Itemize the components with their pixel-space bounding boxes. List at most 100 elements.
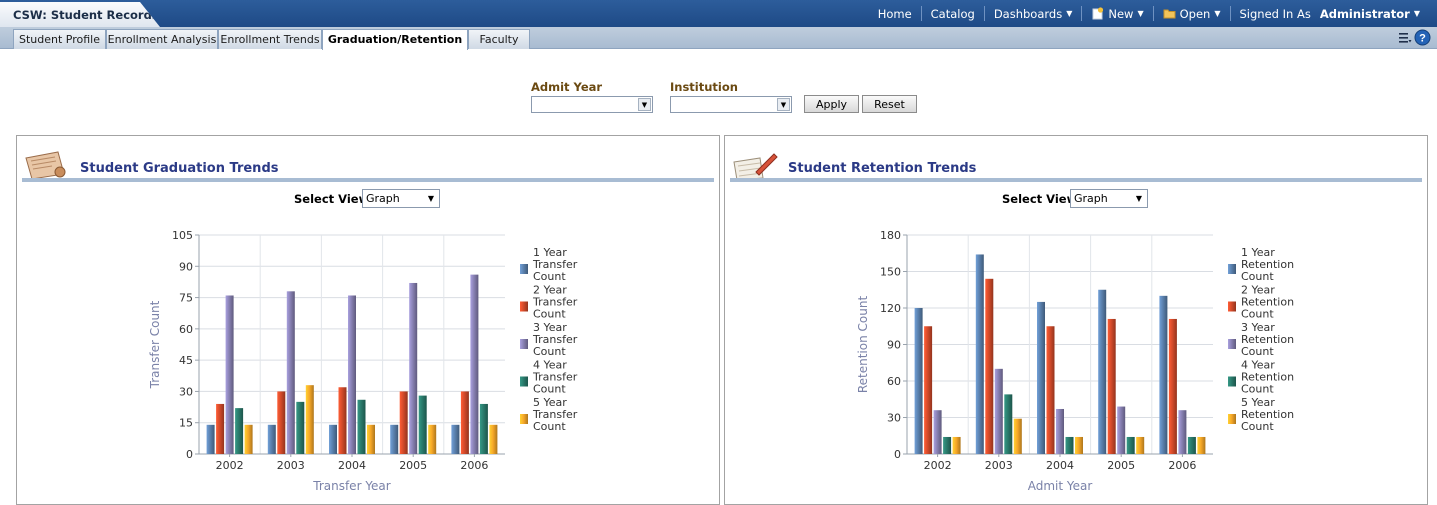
- chart-bar: [470, 274, 479, 454]
- legend-swatch: [1228, 264, 1236, 274]
- y-tick-label: 105: [172, 229, 193, 242]
- legend-swatch: [1228, 339, 1236, 349]
- legend-label: 3 Year Transfer Count: [532, 321, 578, 358]
- legend-label: 2 Year Transfer Count: [532, 284, 578, 321]
- x-tick-label: 2006: [460, 459, 488, 472]
- chart-bar: [329, 424, 337, 454]
- user-menu[interactable]: Administrator ▼: [1320, 7, 1429, 21]
- institution-select[interactable]: ▼: [670, 96, 792, 113]
- chart-bar: [367, 424, 375, 454]
- y-tick-label: 0: [186, 448, 193, 461]
- legend-swatch: [520, 376, 528, 387]
- y-tick-label: 75: [179, 292, 193, 305]
- tab-graduation-retention[interactable]: Graduation/Retention: [322, 29, 468, 50]
- legend-label: 3 Year Retention Count: [1241, 321, 1294, 358]
- retention-chart: 0 30 60 90 120 150 180 2002 2003 2004 2005 2006 Admi…: [856, 229, 1294, 493]
- x-axis-title: Transfer Year: [312, 479, 391, 493]
- chart-bar: [1107, 318, 1116, 454]
- chart-bar: [338, 387, 347, 454]
- x-tick-label: 2004: [1046, 459, 1074, 472]
- help-icon[interactable]: ?: [1414, 29, 1431, 46]
- dashboards-menu[interactable]: Dashboards ▼: [985, 7, 1082, 21]
- y-axis-title: Retention Count: [856, 296, 870, 394]
- page-options-icon[interactable]: [1398, 31, 1412, 45]
- chart-bar: [1126, 436, 1135, 454]
- admit-year-label: Admit Year: [531, 80, 603, 94]
- chart-bar: [399, 391, 408, 454]
- y-tick-label: 90: [887, 339, 901, 352]
- reset-button[interactable]: Reset: [862, 95, 917, 113]
- legend-swatch: [520, 339, 528, 349]
- app-title: CSW: Student Records: [0, 2, 160, 27]
- tab-student-profile[interactable]: Student Profile: [13, 29, 106, 49]
- x-axis-title: Admit Year: [1028, 479, 1093, 493]
- dashboard-prompts: Admit Year ▼ Institution ▼ Apply Reset: [0, 49, 1437, 135]
- tab-enrollment-analysis[interactable]: Enrollment Analysis: [106, 29, 218, 49]
- chart-bar: [1197, 436, 1206, 454]
- open-menu[interactable]: Open ▼: [1154, 7, 1230, 21]
- chart-bar: [286, 291, 295, 454]
- legend-swatch: [1228, 414, 1236, 424]
- y-tick-label: 150: [880, 266, 901, 279]
- x-tick-label: 2005: [399, 459, 427, 472]
- chart-bar: [479, 403, 488, 454]
- retention-trends-panel: Student Retention Trends Select View Gra…: [724, 135, 1428, 505]
- chart-bar: [1046, 326, 1055, 454]
- chart-bar: [296, 401, 305, 454]
- y-tick-label: 30: [179, 385, 193, 398]
- chart-bar: [1159, 295, 1168, 454]
- y-tick-label: 120: [880, 302, 901, 315]
- new-menu[interactable]: New ▼: [1082, 7, 1152, 21]
- chart-bar: [305, 385, 314, 454]
- new-label: New: [1108, 6, 1134, 21]
- x-tick-label: 2004: [338, 459, 366, 472]
- chart-bar: [1136, 436, 1145, 454]
- chart-bar: [985, 278, 994, 454]
- legend-label: 1 Year Transfer Count: [532, 246, 578, 283]
- top-bar: CSW: Student Records Home Catalog Dashbo…: [0, 0, 1437, 27]
- legend-label: 5 Year Transfer Count: [532, 396, 578, 433]
- svg-text:?: ?: [1419, 33, 1426, 45]
- home-link[interactable]: Home: [869, 7, 921, 21]
- dropdown-arrow-icon: ▼: [638, 98, 651, 111]
- legend-label-line: Count: [1241, 345, 1274, 358]
- chart-bar: [914, 308, 923, 454]
- y-tick-label: 45: [179, 354, 193, 367]
- chart-bar: [1178, 410, 1187, 454]
- catalog-link[interactable]: Catalog: [922, 7, 984, 21]
- apply-button[interactable]: Apply: [804, 95, 859, 113]
- chart-bar: [206, 424, 215, 454]
- y-tick-label: 60: [179, 323, 193, 336]
- legend-label-line: Count: [533, 308, 566, 321]
- graduation-trends-panel: Student Graduation Trends Select View Gr…: [16, 135, 720, 505]
- tab-faculty[interactable]: Faculty: [468, 29, 530, 49]
- legend-label-line: Count: [1241, 270, 1274, 283]
- chart-bar: [390, 424, 399, 454]
- chart-bar: [451, 424, 460, 454]
- legend-label: 4 Year Transfer Count: [532, 359, 578, 396]
- new-document-icon: [1092, 7, 1104, 20]
- chart-bar: [428, 424, 437, 454]
- legend-label-line: Count: [1241, 420, 1274, 433]
- tab-enrollment-trends[interactable]: Enrollment Trends: [218, 29, 322, 49]
- legend-swatch: [1228, 376, 1236, 387]
- chart-bar: [225, 295, 234, 454]
- chart-bar: [267, 424, 276, 454]
- x-tick-label: 2003: [985, 459, 1013, 472]
- chart-bar: [1187, 436, 1196, 454]
- folder-icon: [1163, 9, 1176, 19]
- chart-bar: [933, 410, 942, 454]
- y-axis-title: Transfer Count: [148, 300, 162, 389]
- institution-label: Institution: [670, 80, 738, 94]
- x-tick-label: 2005: [1107, 459, 1135, 472]
- chart-bar: [216, 403, 225, 454]
- legend-label-line: Count: [1241, 308, 1274, 321]
- chart-bar: [1098, 289, 1107, 454]
- graduation-chart: 0 15 30 45 60 75 90 105 2002 2003 2004 2005 2006 Tran…: [148, 229, 578, 493]
- dropdown-arrow-icon: ▼: [777, 98, 790, 111]
- y-tick-label: 0: [894, 448, 901, 461]
- chart-bar: [418, 395, 427, 454]
- admit-year-select[interactable]: ▼: [531, 96, 653, 113]
- chart-bar: [943, 436, 952, 454]
- chart-bar: [489, 424, 498, 454]
